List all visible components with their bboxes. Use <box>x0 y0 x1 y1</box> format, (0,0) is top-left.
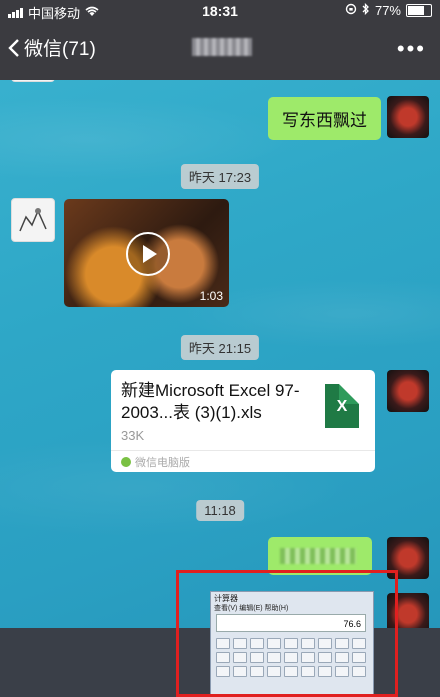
rotation-lock-icon <box>345 3 357 18</box>
sketch-avatar-icon <box>19 208 47 232</box>
top-bar: 中国移动 18:31 77% 微信(71) ••• <box>0 0 440 80</box>
divider <box>111 450 375 451</box>
video-message[interactable]: 1:03 <box>64 199 229 307</box>
back-button[interactable]: 微信(71) <box>8 34 96 61</box>
my-avatar[interactable] <box>387 370 429 412</box>
sent-text-bubble[interactable]: 写东西飘过 <box>268 97 381 140</box>
nav-bar: 微信(71) ••• <box>0 26 440 70</box>
battery-percent: 77% <box>374 3 401 18</box>
play-icon[interactable] <box>126 232 170 276</box>
excel-file-icon: X <box>325 384 359 428</box>
my-avatar[interactable] <box>387 96 429 138</box>
chat-title-obscured <box>192 38 252 56</box>
video-duration: 1:03 <box>199 289 223 303</box>
file-name: 新建Microsoft Excel 97-2003...表 (3)(1).xls <box>121 381 300 422</box>
file-size: 33K <box>121 428 145 443</box>
wechat-pc-icon <box>121 457 131 467</box>
status-bar: 中国移动 18:31 77% <box>0 0 440 22</box>
chevron-left-icon <box>8 38 19 57</box>
timestamp: 昨天 21:15 <box>180 335 260 360</box>
contact-avatar[interactable] <box>11 198 55 242</box>
file-message[interactable]: 新建Microsoft Excel 97-2003...表 (3)(1).xls… <box>111 370 375 472</box>
battery-icon <box>406 4 432 17</box>
timestamp: 昨天 17:23 <box>180 164 260 189</box>
bluetooth-icon <box>362 2 370 18</box>
more-options-button[interactable]: ••• <box>397 36 426 62</box>
timestamp: 11:18 <box>196 500 244 521</box>
highlight-frame <box>176 570 398 697</box>
back-label: 微信(71) <box>24 39 96 60</box>
file-source: 微信电脑版 <box>121 454 190 470</box>
chat-screen: 中国移动 18:31 77% 微信(71) ••• 写东西飘过 昨天 17:23… <box>0 0 440 697</box>
